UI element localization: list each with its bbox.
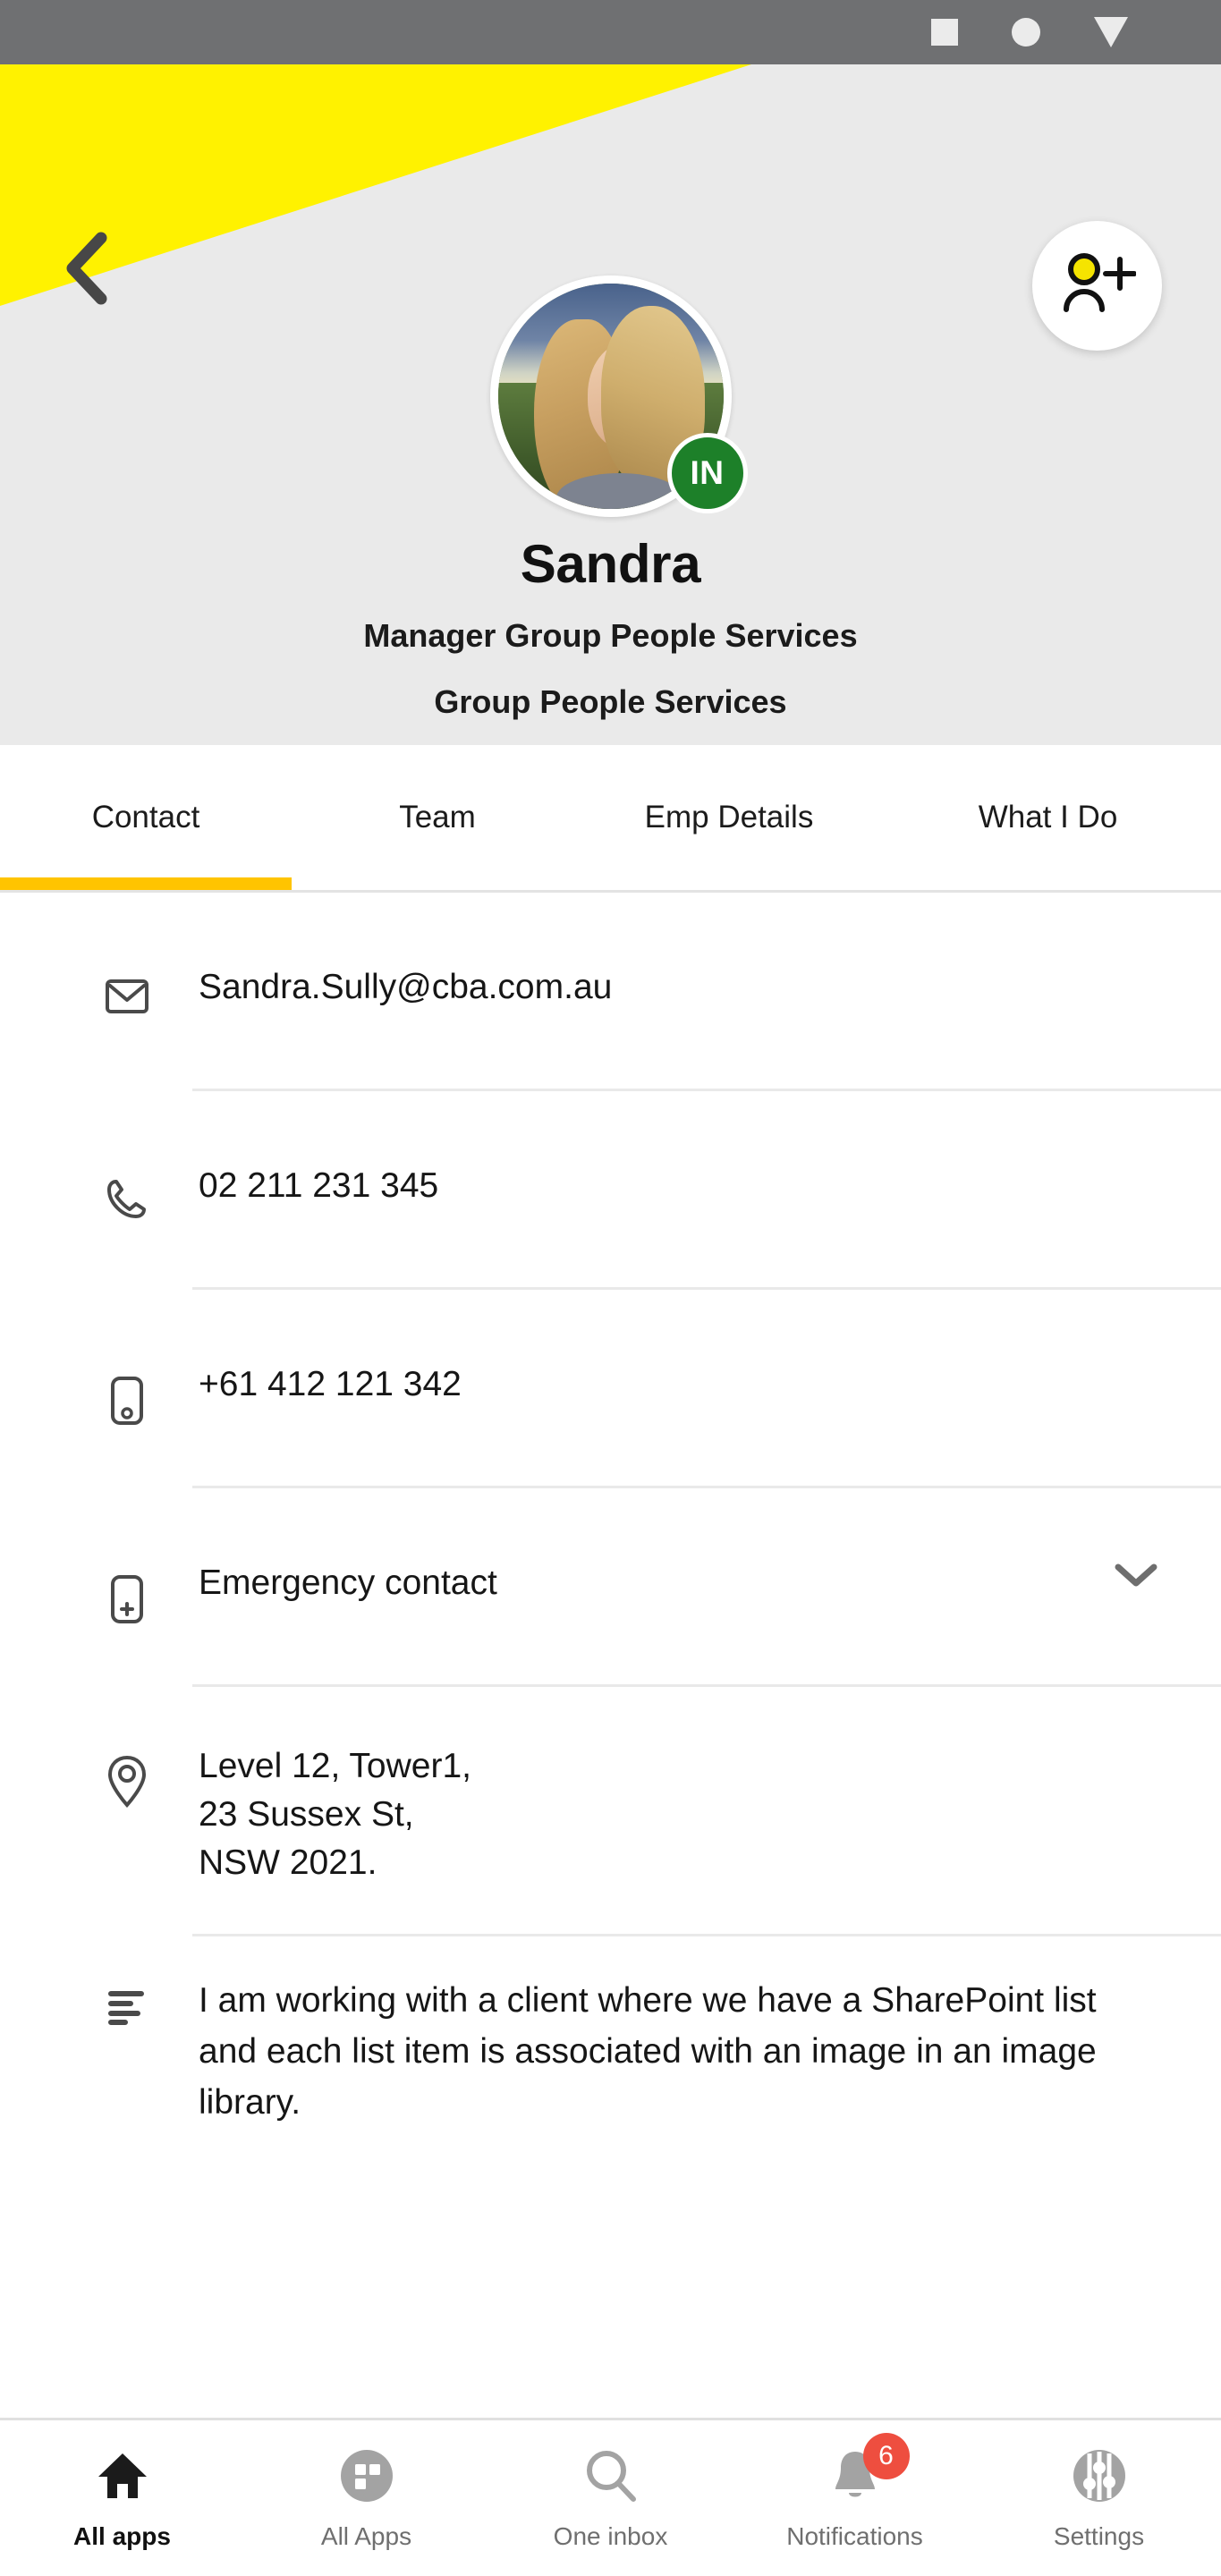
back-button[interactable] — [43, 225, 129, 311]
add-person-button[interactable] — [1032, 221, 1162, 351]
android-system-bar — [0, 0, 1221, 64]
tab-label: Team — [399, 800, 476, 835]
contact-row-email[interactable]: Sandra.Sully@cba.com.au — [0, 893, 1221, 1091]
profile-tabs: Contact Team Emp Details What I Do — [0, 745, 1221, 893]
triangle-icon[interactable] — [1094, 17, 1128, 47]
contact-row-phone[interactable]: 02 211 231 345 — [0, 1091, 1221, 1290]
page-title: Sandra — [520, 534, 701, 594]
nav-item-all-apps-home[interactable]: All apps — [0, 2420, 244, 2576]
phone-value: 02 211 231 345 — [199, 1166, 439, 1205]
contact-row-note: I am working with a client where we have… — [0, 1936, 1221, 2165]
mobile-value: +61 412 121 342 — [199, 1365, 462, 1403]
profile-header: IN Sandra Manager Group People Services … — [0, 64, 1221, 745]
contact-row-address[interactable]: Level 12, Tower1, 23 Sussex St, NSW 2021… — [0, 1687, 1221, 1937]
email-value: Sandra.Sully@cba.com.au — [199, 968, 613, 1006]
bottom-navigation: All apps All Apps One inbox 6 Notificati… — [0, 2418, 1221, 2576]
address-line: NSW 2021. — [199, 1843, 377, 1882]
tab-label: What I Do — [978, 800, 1118, 835]
contact-row-mobile[interactable]: +61 412 121 342 — [0, 1290, 1221, 1488]
note-text: I am working with a client where we have… — [199, 1981, 1097, 2123]
nav-item-all-apps[interactable]: All Apps — [244, 2420, 488, 2576]
status-badge: IN — [666, 433, 748, 513]
phone-icon — [93, 1091, 161, 1220]
nav-label: Notifications — [786, 2522, 923, 2550]
nav-label: One inbox — [553, 2522, 668, 2550]
tab-label: Contact — [91, 800, 200, 835]
address-line: Level 12, Tower1, — [199, 1747, 471, 1785]
home-icon — [97, 2452, 148, 2504]
nav-label: Settings — [1053, 2522, 1145, 2550]
emergency-contact-icon — [93, 1488, 161, 1624]
chevron-left-icon — [60, 231, 112, 306]
phone-screen: IN Sandra Manager Group People Services … — [0, 0, 1221, 2576]
square-icon[interactable] — [931, 19, 958, 46]
circle-icon[interactable] — [1012, 18, 1040, 47]
nav-label: All Apps — [320, 2522, 412, 2550]
tab-contact[interactable]: Contact — [0, 745, 292, 890]
chevron-down-icon[interactable] — [1114, 1562, 1158, 1593]
nav-label: All apps — [73, 2522, 171, 2550]
address-line: 23 Sussex St, — [199, 1794, 414, 1834]
profile-department: Group People Services — [434, 683, 787, 720]
tab-what-i-do[interactable]: What I Do — [875, 745, 1221, 890]
profile-job-title: Manager Group People Services — [363, 617, 858, 654]
nav-item-notifications[interactable]: 6 Notifications — [733, 2420, 977, 2576]
add-person-icon — [1059, 250, 1137, 321]
mobile-icon — [93, 1290, 161, 1426]
tab-label: Emp Details — [644, 800, 814, 835]
nav-item-settings[interactable]: Settings — [977, 2420, 1221, 2576]
tab-team[interactable]: Team — [292, 745, 583, 890]
contact-list: Sandra.Sully@cba.com.au 02 211 231 345 +… — [0, 893, 1221, 2165]
location-pin-icon — [93, 1687, 161, 1809]
search-icon — [583, 2448, 639, 2508]
email-icon — [93, 893, 161, 1014]
emergency-contact-label: Emergency contact — [199, 1563, 497, 1602]
tab-emp-details[interactable]: Emp Details — [583, 745, 875, 890]
notification-badge: 6 — [862, 2433, 910, 2479]
contact-row-emergency[interactable]: Emergency contact — [0, 1488, 1221, 1687]
notes-icon — [93, 1936, 161, 2026]
active-tab-indicator — [0, 877, 292, 890]
nav-item-one-inbox[interactable]: One inbox — [488, 2420, 733, 2576]
grid-apps-icon — [339, 2448, 394, 2508]
settings-sliders-icon — [1072, 2448, 1127, 2508]
avatar[interactable]: IN — [489, 275, 748, 517]
